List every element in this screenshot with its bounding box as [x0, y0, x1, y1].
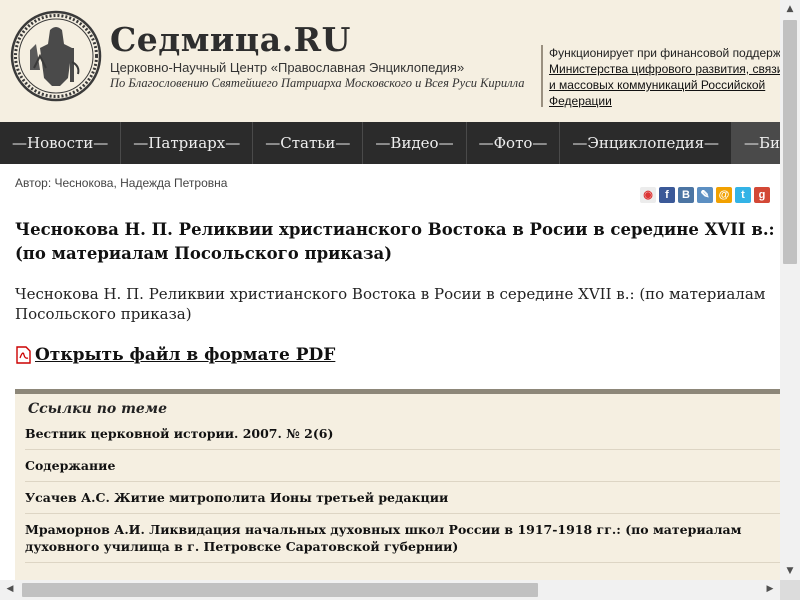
- article-author: Автор: Чеснокова, Надежда Петровна: [15, 176, 228, 190]
- nav-item-articles[interactable]: —Статьи—: [253, 122, 364, 164]
- pdf-link[interactable]: Открыть файл в формате PDF: [35, 345, 335, 365]
- scroll-down-icon[interactable]: ▼: [780, 566, 800, 576]
- nav-item-library[interactable]: —Библиотека—: [732, 122, 780, 164]
- pdf-icon: [16, 346, 31, 364]
- site-blessing: По Благословению Святейшего Патриарха Мо…: [110, 76, 525, 90]
- related-item[interactable]: Вестник церковной истории. 2007. № 2(6): [25, 425, 780, 450]
- article-lead: Чеснокова Н. П. Реликвии христианского В…: [15, 285, 766, 323]
- horizontal-scroll-thumb[interactable]: [22, 583, 538, 597]
- main-nav: —Новости— —Патриарх— —Статьи— —Видео— —Ф…: [0, 122, 780, 164]
- related-item[interactable]: Мраморнов А.И. Ликвидация начальных духо…: [25, 514, 780, 563]
- nav-item-news[interactable]: —Новости—: [0, 122, 122, 164]
- nav-item-encyclopedia[interactable]: —Энциклопедия—: [560, 122, 733, 164]
- vertical-scrollbar[interactable]: ▲ ▼: [780, 0, 800, 580]
- site-logo-icon[interactable]: [10, 10, 102, 102]
- related-item[interactable]: Усачев А.С. Житие митрополита Ионы треть…: [25, 482, 780, 514]
- site-brand[interactable]: Седмица.RU: [110, 20, 351, 59]
- funding-notice: Функционирует при финансовой поддержке М…: [541, 45, 780, 109]
- share-bar: ◉ f B ✎ @ t g: [640, 187, 770, 203]
- horizontal-scrollbar[interactable]: ◀ ▶: [0, 580, 780, 600]
- scroll-up-icon[interactable]: ▲: [780, 4, 800, 14]
- pdf-download[interactable]: Открыть файл в формате PDF: [15, 345, 335, 365]
- google-icon[interactable]: g: [754, 187, 770, 203]
- site-header: Седмица.RU Церковно-Научный Центр «Право…: [0, 0, 780, 122]
- facebook-icon[interactable]: f: [659, 187, 675, 203]
- related-heading: Ссылки по теме: [28, 401, 168, 417]
- vertical-scroll-thumb[interactable]: [783, 20, 797, 264]
- livejournal-icon[interactable]: ✎: [697, 187, 713, 203]
- related-links: Ссылки по теме Вестник церковной истории…: [15, 389, 780, 586]
- scrollbar-corner: [780, 580, 800, 600]
- nav-item-video[interactable]: —Видео—: [363, 122, 467, 164]
- share-feed-icon[interactable]: ◉: [640, 187, 656, 203]
- funding-link[interactable]: Министерства цифрового развития, связи и…: [549, 61, 780, 109]
- article-title: Чеснокова Н. П. Реликвии христианского В…: [15, 220, 775, 263]
- scroll-left-icon[interactable]: ◀: [0, 584, 20, 594]
- vk-icon[interactable]: B: [678, 187, 694, 203]
- funding-text: Функционирует при финансовой поддержке: [549, 46, 780, 60]
- nav-item-patriarch[interactable]: —Патриарх—: [121, 122, 254, 164]
- mailru-icon[interactable]: @: [716, 187, 732, 203]
- twitter-icon[interactable]: t: [735, 187, 751, 203]
- nav-item-photo[interactable]: —Фото—: [467, 122, 561, 164]
- scroll-right-icon[interactable]: ▶: [760, 584, 780, 594]
- related-item[interactable]: Содержание: [25, 450, 780, 482]
- site-subtitle: Церковно-Научный Центр «Православная Энц…: [110, 60, 465, 75]
